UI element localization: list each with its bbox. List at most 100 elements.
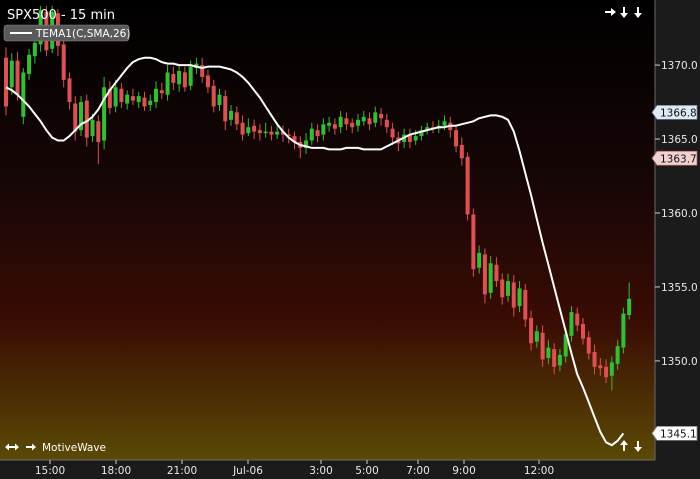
candle-body-up [557, 354, 562, 366]
candle-body-up [90, 119, 95, 137]
candle [465, 152, 470, 221]
candle-body-up [9, 60, 14, 88]
candle-body-down [344, 118, 349, 125]
x-tick-label: 21:00 [167, 465, 197, 477]
candle-body-down [540, 332, 545, 360]
candle-body-up [136, 96, 141, 103]
candle [21, 68, 26, 125]
chart-window: 1345.01350.01355.01360.01365.01370.0 15:… [0, 0, 700, 479]
x-tick-label: 12:00 [524, 465, 554, 477]
candle-body-down [379, 113, 384, 119]
candle-body-up [188, 66, 193, 86]
y-tick-label: 1365.0 [661, 134, 698, 146]
candle-body-up [165, 72, 170, 95]
y-tick-label: 1350.0 [661, 356, 698, 368]
candle-body-down [223, 96, 228, 122]
candle-body-up [442, 121, 447, 126]
price-label-text: 1345.1 [660, 428, 697, 440]
candle-body-up [177, 70, 182, 85]
candle-body-up [246, 127, 251, 134]
legend-label: TEMA1(C,SMA,26) [35, 28, 130, 40]
candle-body-down [581, 323, 585, 339]
candle-body-up [21, 72, 26, 117]
candle-body-down [552, 349, 557, 367]
candle-body-down [465, 156, 470, 215]
candle-body-down [171, 73, 176, 83]
candle-body-up [413, 136, 418, 141]
candle-body-up [154, 88, 159, 103]
candle-body-up [27, 54, 32, 74]
candle-body-up [569, 312, 574, 336]
x-tick-label: 5:00 [355, 465, 379, 477]
candle-body-up [361, 116, 366, 122]
candle-body-down [205, 75, 210, 88]
candle [61, 36, 66, 88]
candle [471, 208, 476, 277]
price-label: 1363.7 [651, 150, 698, 166]
candle-body-down [482, 254, 487, 295]
candle-body-up [338, 116, 343, 128]
price-chart[interactable]: 1345.01350.01355.01360.01365.01370.0 15:… [0, 0, 700, 479]
candle-body-down [586, 337, 591, 354]
x-tick-label: Jul-06 [232, 465, 263, 477]
candle-body-up [113, 87, 118, 107]
candle-body-down [494, 264, 499, 282]
price-label-text: 1363.7 [660, 153, 697, 165]
x-tick-label: 7:00 [406, 465, 430, 477]
candle-body-down [523, 289, 528, 320]
candle-body-down [252, 125, 257, 132]
candle-body-up [309, 128, 314, 141]
candle-body-up [125, 94, 130, 104]
x-tick-label: 3:00 [309, 465, 333, 477]
candle-body-up [321, 124, 326, 135]
candle-body-down [15, 60, 20, 95]
candle-body-down [61, 44, 66, 80]
legend-tag[interactable]: TEMA1(C,SMA,26) [3, 24, 130, 42]
candle-body-up [488, 263, 493, 293]
candle-body-up [546, 347, 551, 358]
candle-body-down [130, 96, 135, 101]
candle [102, 76, 107, 150]
x-tick-label: 18:00 [101, 465, 131, 477]
candle-body-down [529, 318, 534, 344]
candle-body-up [505, 281, 510, 296]
candle-body-down [454, 130, 459, 147]
y-tick-label: 1355.0 [661, 282, 698, 294]
candle-body-down [500, 279, 505, 298]
candle-body-up [477, 252, 482, 268]
candle-body-down [159, 90, 164, 94]
candle-body-up [32, 42, 37, 57]
candle-body-down [384, 119, 389, 128]
y-tick-label: 1360.0 [661, 208, 698, 220]
candle-body-down [390, 128, 395, 138]
candle-body-down [67, 78, 72, 103]
candle-body-down [471, 214, 476, 270]
candle-body-up [534, 331, 539, 342]
candle-body-up [327, 122, 332, 126]
candle-body-up [148, 100, 153, 106]
candle [621, 307, 626, 354]
candle-body-down [269, 131, 274, 135]
y-tick-label: 1370.0 [661, 60, 698, 72]
price-label: 1345.1 [651, 425, 698, 441]
candle-body-down [211, 85, 216, 107]
chart-title: SPX500 - 15 min [7, 8, 115, 23]
brand-label: MotiveWave [42, 442, 106, 454]
candle-body-down [350, 122, 355, 128]
candle-body-down [240, 122, 245, 135]
candle-body-up [627, 298, 632, 316]
candle-body-down [234, 112, 239, 125]
price-label-text: 1366.8 [660, 107, 697, 119]
candle-body-down [96, 121, 101, 142]
candle-body-down [459, 144, 464, 159]
candle-body-up [517, 288, 522, 307]
candle [79, 96, 84, 137]
candle-body-down [182, 72, 187, 88]
plot-area[interactable] [0, 0, 655, 460]
candle-body-down [604, 366, 609, 378]
candle-body-down [511, 282, 516, 308]
candle-body-up [355, 119, 360, 126]
x-tick-label: 9:00 [452, 465, 476, 477]
candle-body-up [229, 110, 234, 120]
price-label: 1366.8 [651, 105, 698, 120]
